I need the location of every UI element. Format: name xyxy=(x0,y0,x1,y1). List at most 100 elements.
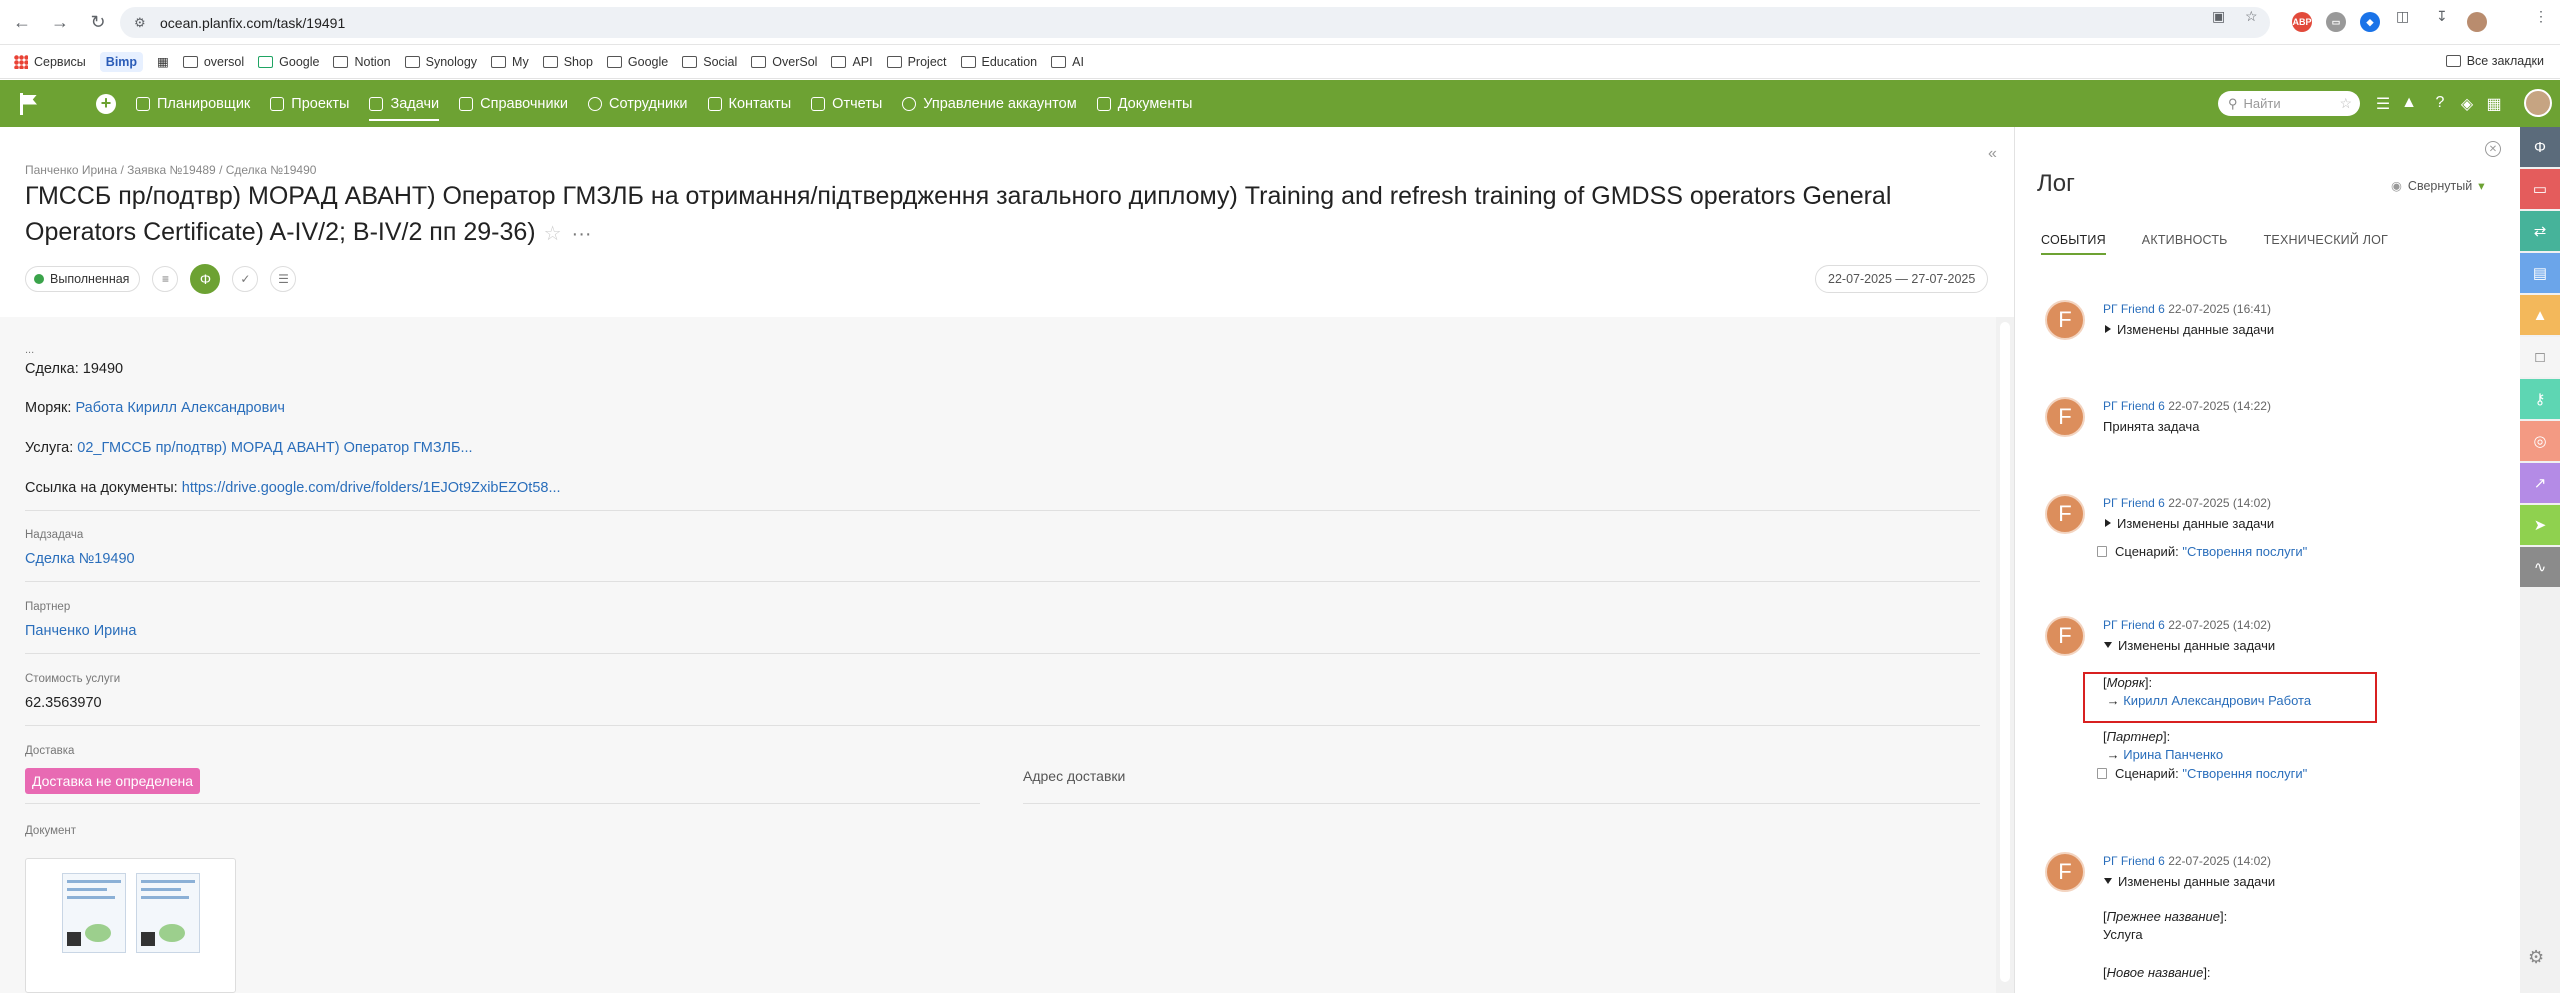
documents-link[interactable]: https://drive.google.com/drive/folders/1… xyxy=(182,480,561,496)
rail-chart-icon[interactable]: ↗ xyxy=(2520,463,2560,503)
forward-icon[interactable]: → xyxy=(44,6,76,38)
bookmark-google-drive[interactable]: Google xyxy=(258,55,319,69)
log-mode-dropdown[interactable]: ◉ Свернутый ▾ xyxy=(2391,178,2484,194)
menu-documents[interactable]: Документы xyxy=(1096,80,1192,127)
status-badge[interactable]: Выполненная xyxy=(25,266,141,292)
document-thumbnail[interactable] xyxy=(25,858,236,993)
layers-icon[interactable]: ◈ xyxy=(2457,94,2477,114)
bookmark-project[interactable]: Project xyxy=(886,55,947,69)
avatar[interactable]: F xyxy=(2045,494,2085,534)
avatar[interactable]: F xyxy=(2045,300,2085,340)
service-link[interactable]: 02_ГМССБ пр/подтвр) МОРАД АВАНТ) Операто… xyxy=(77,440,472,456)
rail-bell-icon[interactable]: ▲ xyxy=(2520,295,2560,335)
bookmark-oversol-folder[interactable]: OverSol xyxy=(751,55,817,69)
add-icon[interactable]: + xyxy=(96,93,116,114)
tab-activity[interactable]: АКТИВНОСТЬ xyxy=(2142,233,2228,255)
rail-send-icon[interactable]: ➤ xyxy=(2520,505,2560,545)
scrollbar-thumb[interactable] xyxy=(2000,322,2010,982)
rail-clipboard-icon[interactable]: □ xyxy=(2520,337,2560,377)
grid-apps-icon[interactable]: ▦ xyxy=(2484,94,2504,114)
author-link[interactable]: РГ Friend 6 xyxy=(2103,618,2165,632)
author-link[interactable]: РГ Friend 6 xyxy=(2103,302,2165,316)
profile-avatar[interactable] xyxy=(2467,12,2487,32)
partner-value-link[interactable]: Ирина Панченко xyxy=(2123,747,2223,762)
entry-action[interactable]: Изменены данные задачи xyxy=(2103,874,2275,889)
rail-person-icon[interactable]: ◎ xyxy=(2520,421,2560,461)
gear-icon[interactable]: ⚙ xyxy=(2528,947,2544,968)
cast-icon[interactable]: ▣ xyxy=(2212,8,2225,25)
tab-events[interactable]: СОБЫТИЯ xyxy=(2041,233,2106,255)
notifications-icon[interactable]: ▲ xyxy=(2399,94,2419,112)
author-link[interactable]: РГ Friend 6 xyxy=(2103,496,2165,510)
menu-projects[interactable]: Проекты xyxy=(270,80,349,127)
scenario-link[interactable]: "Створення послуги" xyxy=(2182,766,2307,781)
menu-tasks[interactable]: Задачи xyxy=(369,80,439,127)
adblock-icon[interactable]: ABP xyxy=(2292,12,2312,32)
rail-delivery-icon[interactable]: ▭ xyxy=(2520,169,2560,209)
menu-directories[interactable]: Справочники xyxy=(459,80,568,127)
avatar[interactable]: F xyxy=(2045,852,2085,892)
bookmark-grid[interactable]: ▦ xyxy=(157,54,169,69)
rail-docs-icon[interactable]: ▤ xyxy=(2520,253,2560,293)
rail-planfix-icon[interactable]: Φ xyxy=(2520,127,2560,167)
bookmark-education[interactable]: Education xyxy=(960,55,1037,69)
checklist-icon[interactable]: ✓ xyxy=(232,266,259,292)
planfix-logo[interactable] xyxy=(0,80,60,127)
entry-action[interactable]: Изменены данные задачи xyxy=(2103,516,2274,531)
bookmark-bimp[interactable]: Bimp xyxy=(99,51,144,72)
extensions-puzzle-icon[interactable]: ◫ xyxy=(2396,8,2409,25)
comment-icon[interactable]: ☰ xyxy=(270,266,297,292)
user-avatar[interactable] xyxy=(2524,89,2552,117)
rail-key-icon[interactable]: ⚷ xyxy=(2520,379,2560,419)
task-dates[interactable]: 22-07-2025 — 27-07-2025 xyxy=(1815,265,1989,293)
avatar[interactable]: F xyxy=(2045,616,2085,656)
bookmark-google[interactable]: Google xyxy=(606,55,668,69)
all-bookmarks[interactable]: Все закладки xyxy=(2445,54,2544,68)
shield-icon[interactable]: ◆ xyxy=(2360,12,2380,32)
site-settings-icon[interactable]: ⚙ xyxy=(134,15,150,31)
cost-value[interactable]: 62.3563970 xyxy=(25,695,102,711)
menu-employees[interactable]: Сотрудники xyxy=(587,80,688,127)
extension-icon[interactable]: ▭ xyxy=(2326,12,2346,32)
breadcrumb[interactable]: Панченко Ирина / Заявка №19489 / Сделка … xyxy=(25,163,316,177)
menu-reports[interactable]: Отчеты xyxy=(811,80,882,127)
more-actions-icon[interactable]: ··· xyxy=(572,223,592,245)
author-link[interactable]: РГ Friend 6 xyxy=(2103,854,2165,868)
delivery-status-badge[interactable]: Доставка не определена xyxy=(25,768,201,794)
reload-icon[interactable]: ↻ xyxy=(82,6,114,38)
menu-contacts[interactable]: Контакты xyxy=(707,80,791,127)
parent-task-link[interactable]: Сделка №19490 xyxy=(25,551,135,567)
collapse-panel-icon[interactable]: « xyxy=(1988,145,1997,163)
menu-planner[interactable]: Планировщик xyxy=(136,80,250,127)
search-input[interactable]: ⚲ Найти ☆ xyxy=(2218,91,2360,116)
tab-technical-log[interactable]: ТЕХНИЧЕСКИЙ ЛОГ xyxy=(2264,233,2388,255)
bookmark-shop[interactable]: Shop xyxy=(542,55,593,69)
close-icon[interactable]: ✕ xyxy=(2485,141,2501,157)
bookmark-oversol[interactable]: oversol xyxy=(182,55,244,69)
bookmark-ai[interactable]: AI xyxy=(1051,55,1084,69)
partner-link[interactable]: Панченко Ирина xyxy=(25,623,136,639)
entry-action[interactable]: Изменены данные задачи xyxy=(2103,322,2274,337)
entry-action[interactable]: Изменены данные задачи xyxy=(2103,638,2275,653)
favorite-star-icon[interactable]: ☆ xyxy=(544,223,562,245)
planfix-action-icon[interactable]: Φ xyxy=(190,264,221,294)
delivery-address-label[interactable]: Адрес доставки xyxy=(1023,768,1125,784)
rail-flow-icon[interactable]: ⇄ xyxy=(2520,211,2560,251)
favorites-star-icon[interactable]: ☆ xyxy=(2339,95,2352,112)
description-icon[interactable]: ≡ xyxy=(152,266,179,292)
author-link[interactable]: РГ Friend 6 xyxy=(2103,399,2165,413)
help-icon[interactable]: ? xyxy=(2430,94,2450,112)
bookmark-social[interactable]: Social xyxy=(682,55,737,69)
bookmark-notion[interactable]: Notion xyxy=(333,55,391,69)
bookmark-star-icon[interactable]: ☆ xyxy=(2245,8,2258,25)
back-icon[interactable]: ← xyxy=(6,6,38,38)
avatar[interactable]: F xyxy=(2045,397,2085,437)
bookmark-synology[interactable]: Synology xyxy=(404,55,477,69)
address-bar[interactable]: ⚙ ocean.planfix.com/task/19491 xyxy=(120,7,2270,38)
bookmark-api[interactable]: API xyxy=(831,55,873,69)
menu-lines-icon[interactable]: ☰ xyxy=(2373,94,2393,114)
bookmark-services[interactable]: Сервисы xyxy=(14,54,86,69)
rail-wave-icon[interactable]: ∿ xyxy=(2520,547,2560,587)
download-icon[interactable]: ↧ xyxy=(2436,8,2448,25)
scenario-link[interactable]: "Створення послуги" xyxy=(2182,544,2307,559)
